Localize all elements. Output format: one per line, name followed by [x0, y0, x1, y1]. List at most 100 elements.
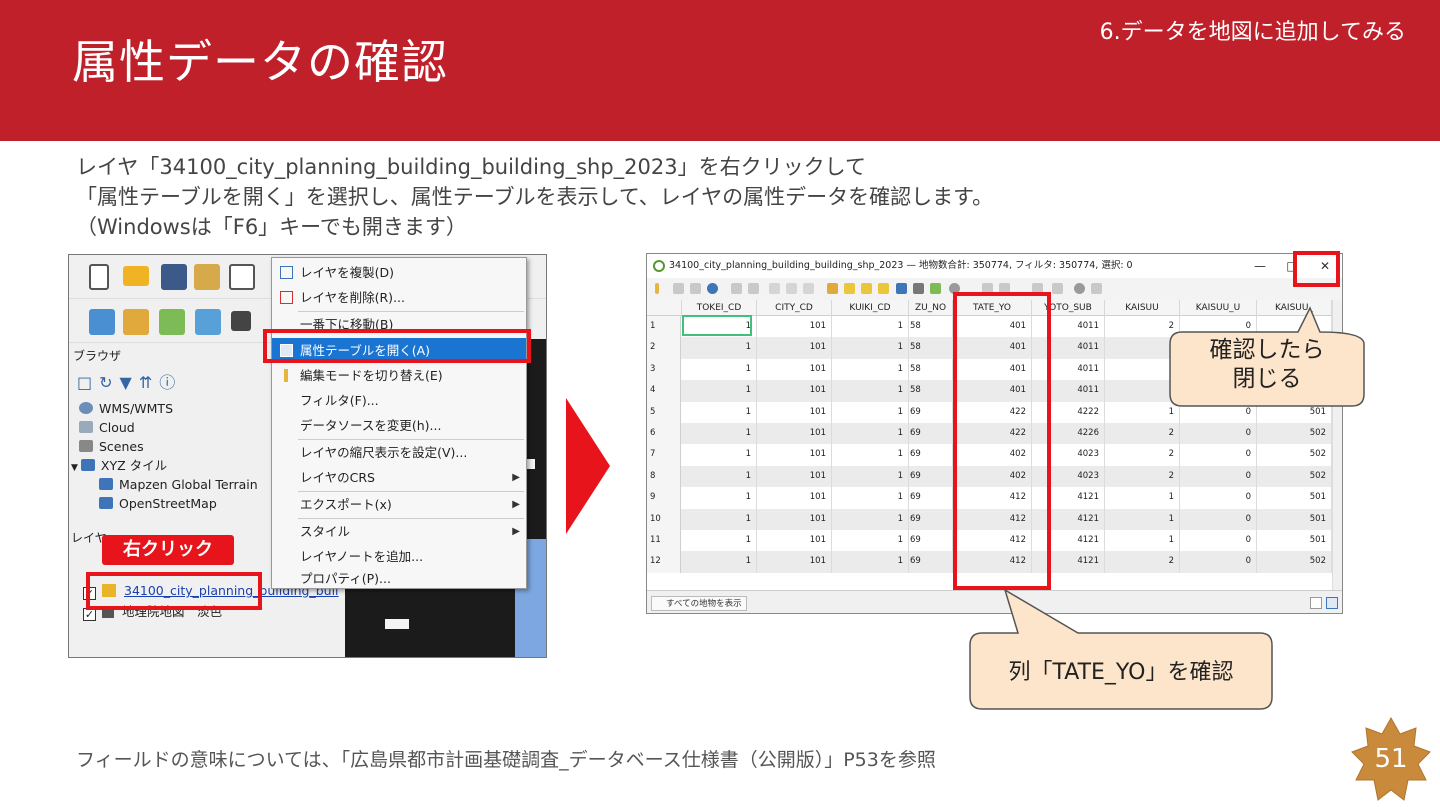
table-cell[interactable]: 502 [1257, 444, 1332, 466]
save-edits-icon[interactable] [690, 283, 701, 294]
table-view-icon[interactable] [1326, 597, 1338, 609]
menu-item-properties[interactable]: プロパティ(P)... [272, 566, 526, 591]
table-cell[interactable]: 2 [1105, 551, 1180, 573]
show-all-features-button[interactable]: すべての地物を表示 [651, 596, 747, 611]
table-cell[interactable]: 69 [909, 444, 953, 466]
menu-item-layer-crs[interactable]: レイヤのCRS ▶ [272, 465, 526, 490]
table-cell[interactable]: 0 [1180, 487, 1257, 509]
pan-to-selection-icon[interactable] [930, 283, 941, 294]
invert-selection-icon[interactable] [861, 283, 872, 294]
table-cell[interactable]: 2 [1105, 423, 1180, 445]
table-cell[interactable]: 1 [682, 401, 757, 423]
row-index[interactable]: 9 [647, 487, 681, 509]
save-icon[interactable] [161, 264, 187, 290]
table-cell[interactable]: 1 [832, 487, 909, 509]
move-selection-top-icon[interactable] [913, 283, 924, 294]
row-index[interactable]: 4 [647, 380, 681, 402]
table-cell[interactable]: 1 [832, 423, 909, 445]
table-cell[interactable]: 69 [909, 401, 953, 423]
cut-icon[interactable] [769, 283, 780, 294]
save-as-icon[interactable] [194, 264, 220, 290]
table-cell[interactable]: 501 [1257, 530, 1332, 552]
table-cell[interactable]: 101 [757, 358, 832, 381]
row-index[interactable]: 10 [647, 508, 681, 530]
edit-pencil-icon[interactable] [655, 283, 659, 294]
table-cell[interactable]: 1 [682, 337, 757, 359]
table-cell[interactable]: 69 [909, 508, 953, 530]
table-cell[interactable]: 101 [757, 551, 832, 573]
table-cell[interactable]: 0 [1180, 423, 1257, 445]
table-cell[interactable]: 1 [832, 380, 909, 402]
table-cell[interactable]: 101 [757, 316, 832, 338]
table-cell[interactable]: 2 [1105, 444, 1180, 466]
row-index[interactable]: 12 [647, 551, 681, 573]
table-cell[interactable]: 1 [832, 508, 909, 530]
filter-select-icon[interactable] [896, 283, 907, 294]
tree-item-mapzen[interactable]: Mapzen Global Terrain [79, 475, 258, 494]
column-header[interactable]: ZU_NO [909, 300, 953, 316]
table-cell[interactable]: 101 [757, 423, 832, 445]
plugin-icon[interactable] [231, 311, 251, 331]
add-selected-icon[interactable]: □ [77, 373, 99, 392]
table-cell[interactable]: 101 [757, 508, 832, 530]
row-index[interactable]: 5 [647, 401, 681, 423]
table-cell[interactable]: 0 [1180, 444, 1257, 466]
paste-icon[interactable] [803, 283, 814, 294]
table-cell[interactable]: 101 [757, 444, 832, 466]
tree-item-cloud[interactable]: Cloud [79, 418, 258, 437]
table-cell[interactable]: 0 [1180, 530, 1257, 552]
conditional-format-icon[interactable] [1052, 283, 1063, 294]
row-index[interactable]: 7 [647, 444, 681, 466]
tree-item-wms[interactable]: WMS/WMTS [79, 399, 258, 418]
delete-feature-icon[interactable] [748, 283, 759, 294]
menu-item-toggle-edit[interactable]: 編集モードを切り替え(E) [272, 363, 526, 388]
multi-edit-icon[interactable] [673, 283, 684, 294]
info-icon[interactable]: ⓘ [159, 373, 182, 392]
pencil-edit-icon[interactable] [195, 309, 221, 335]
table-cell[interactable]: 58 [909, 358, 953, 381]
digitize-icon[interactable] [159, 309, 185, 335]
table-cell[interactable]: 1 [682, 358, 757, 381]
tree-item-xyz[interactable]: ▼ XYZ タイル [71, 456, 258, 475]
table-cell[interactable]: 69 [909, 423, 953, 445]
dock-icon[interactable] [1091, 283, 1102, 294]
add-feature-icon[interactable] [731, 283, 742, 294]
deselect-icon[interactable] [878, 283, 889, 294]
table-cell[interactable]: 1 [1105, 487, 1180, 509]
table-cell[interactable]: 2 [1105, 465, 1180, 488]
table-cell[interactable]: 58 [909, 337, 953, 359]
row-index[interactable]: 2 [647, 337, 681, 359]
menu-item-change-source[interactable]: データソースを変更(h)... [272, 413, 526, 438]
menu-item-scale-visibility[interactable]: レイヤの縮尺表示を設定(V)... [272, 440, 526, 465]
reload-icon[interactable] [707, 283, 718, 294]
table-cell[interactable]: 0 [1180, 551, 1257, 573]
menu-item-remove[interactable]: レイヤを削除(R)... [272, 285, 526, 310]
table-cell[interactable]: 1 [832, 530, 909, 552]
refresh-icon[interactable]: ↻ [99, 373, 119, 392]
table-cell[interactable]: 0 [1180, 465, 1257, 488]
table-cell[interactable]: 0 [1180, 508, 1257, 530]
table-cell[interactable]: 58 [909, 380, 953, 402]
table-cell[interactable]: 1 [1105, 508, 1180, 530]
column-header[interactable]: KUIKI_CD [832, 300, 909, 316]
table-cell[interactable]: 502 [1257, 423, 1332, 445]
table-cell[interactable]: 58 [909, 316, 953, 338]
table-cell[interactable]: 69 [909, 530, 953, 552]
select-all-icon[interactable] [844, 283, 855, 294]
form-view-icon[interactable] [1310, 597, 1322, 609]
expand-arrow-icon[interactable]: ▼ [71, 463, 78, 473]
table-cell[interactable]: 1 [682, 423, 757, 445]
table-cell[interactable]: 101 [757, 380, 832, 402]
table-cell[interactable]: 101 [757, 487, 832, 509]
table-cell[interactable]: 501 [1257, 508, 1332, 530]
tree-item-osm[interactable]: OpenStreetMap [79, 494, 258, 513]
table-cell[interactable]: 1 [832, 401, 909, 423]
copy-icon[interactable] [786, 283, 797, 294]
table-cell[interactable]: 1 [682, 551, 757, 573]
collapse-icon[interactable]: ⇈ [139, 373, 159, 392]
actions-icon[interactable] [1074, 283, 1085, 294]
table-cell[interactable]: 1 [1105, 530, 1180, 552]
table-cell[interactable]: 1 [832, 551, 909, 573]
row-index[interactable]: 8 [647, 465, 681, 488]
table-cell[interactable]: 1 [832, 444, 909, 466]
